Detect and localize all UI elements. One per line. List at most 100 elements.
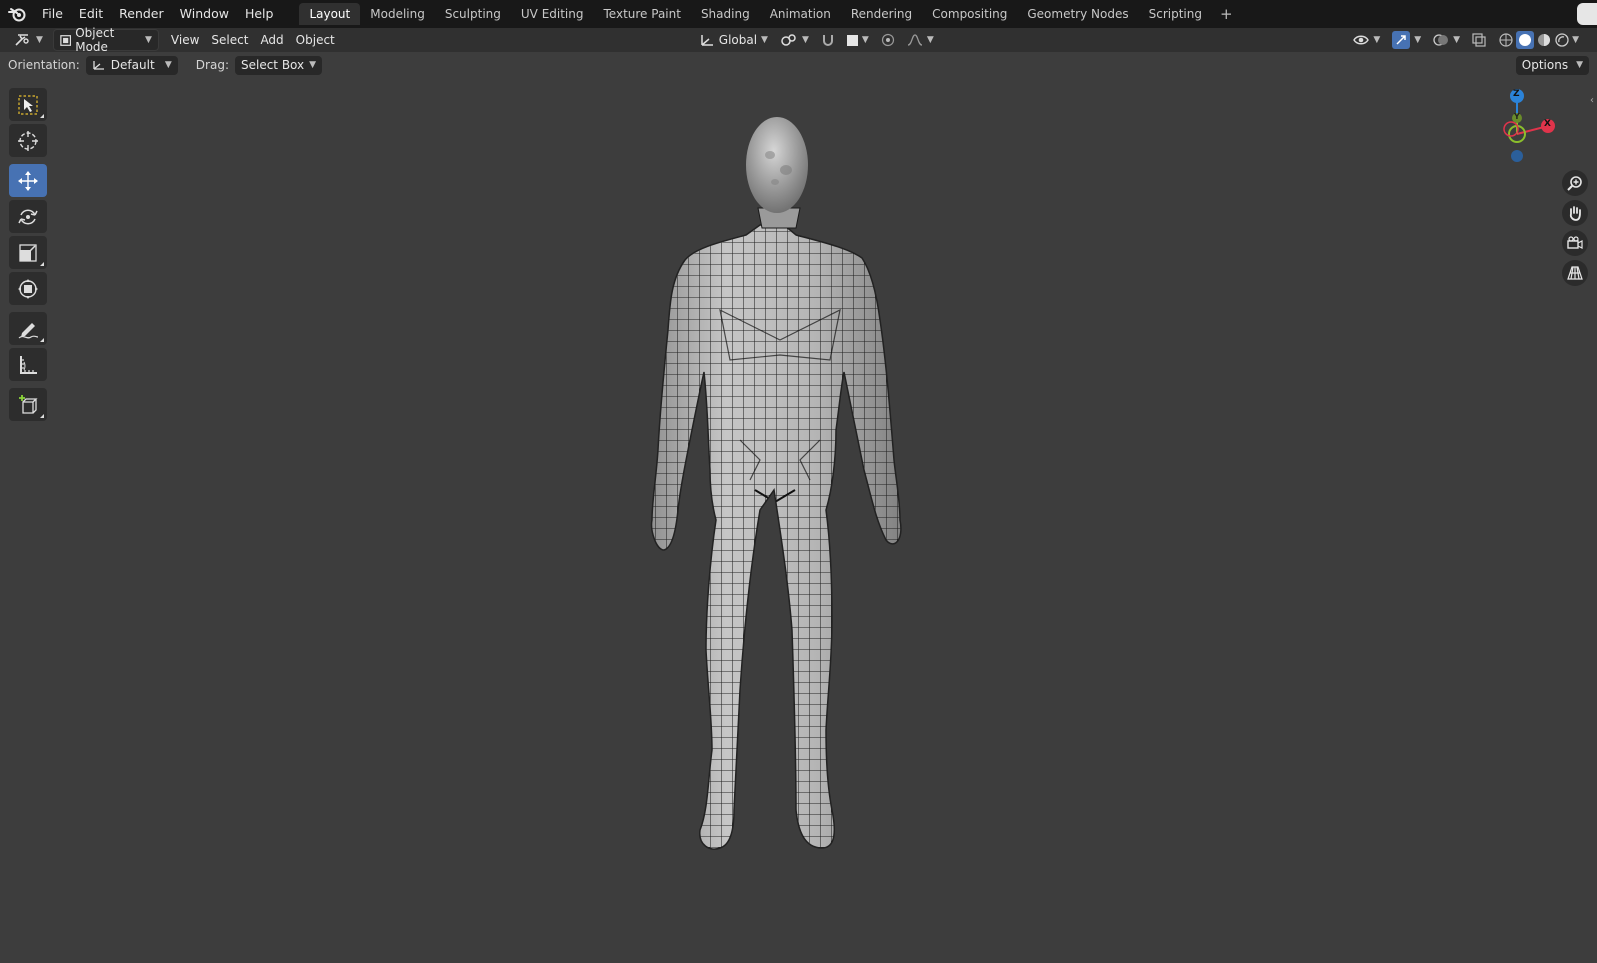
falloff-selector[interactable]: ▼	[901, 30, 940, 50]
chevron-down-icon: ▼	[1576, 60, 1583, 70]
chevron-down-icon: ▼	[761, 35, 768, 45]
object-visibility-selector[interactable]: ▼	[1347, 30, 1386, 50]
tab-animation[interactable]: Animation	[760, 3, 841, 25]
scale-icon	[19, 243, 37, 262]
options-dropdown[interactable]: Options ▼	[1515, 55, 1589, 75]
orientation-dropdown[interactable]: Default ▼	[85, 55, 178, 75]
add-cube-tool[interactable]	[9, 388, 47, 421]
options-label: Options	[1521, 58, 1569, 72]
annotate-tool[interactable]	[9, 312, 47, 345]
gizmo-toggle[interactable]: ▼	[1386, 30, 1427, 50]
tab-layout[interactable]: Layout	[299, 3, 361, 25]
select-box-icon	[18, 94, 38, 115]
overlays-toggle[interactable]: ▼	[1427, 30, 1466, 50]
blender-logo-icon[interactable]	[0, 0, 34, 28]
scale-tool[interactable]	[9, 236, 47, 269]
tool-shelf	[9, 88, 49, 424]
shading-modes: ▼	[1492, 30, 1585, 50]
scene-selector-icon[interactable]	[1577, 3, 1597, 25]
workspace-tabs: Layout Modeling Sculpting UV Editing Tex…	[299, 3, 1240, 25]
snap-increment-icon	[846, 34, 858, 46]
viewport-header: ▼ Object Mode ▼ View Select Add Object G…	[0, 26, 1597, 54]
sidebar-collapse-icon[interactable]: ‹	[1590, 95, 1594, 106]
tab-scripting[interactable]: Scripting	[1139, 3, 1212, 25]
perspective-toggle-button[interactable]	[1562, 260, 1588, 286]
menu-add[interactable]: Add	[254, 30, 289, 50]
menu-select[interactable]: Select	[205, 30, 254, 50]
tab-uv-editing[interactable]: UV Editing	[511, 3, 594, 25]
pivot-icon	[781, 34, 796, 46]
top-menubar: File Edit Render Window Help Layout Mode…	[0, 0, 1597, 28]
overlays-icon	[1433, 34, 1449, 46]
xray-toggle[interactable]	[1466, 30, 1492, 50]
menu-render[interactable]: Render	[111, 3, 172, 25]
chevron-down-icon: ▼	[1414, 35, 1422, 45]
neg-x-axis-icon[interactable]	[1500, 118, 1522, 140]
orientation-axes-icon	[701, 35, 713, 46]
zoom-button[interactable]	[1562, 170, 1588, 196]
rendered-shading-icon[interactable]	[1554, 32, 1570, 48]
tab-compositing[interactable]: Compositing	[922, 3, 1017, 25]
menu-object[interactable]: Object	[290, 30, 341, 50]
gizmo-icon	[1392, 31, 1411, 49]
material-preview-icon[interactable]	[1536, 32, 1552, 48]
tab-modeling[interactable]: Modeling	[360, 3, 435, 25]
transform-tool[interactable]	[9, 272, 47, 305]
menu-view[interactable]: View	[165, 30, 205, 50]
pencil-icon	[18, 322, 39, 338]
transform-orientation-selector[interactable]: Global ▼	[693, 30, 774, 50]
move-arrows-icon	[18, 170, 38, 191]
chevron-down-icon: ▼	[926, 35, 934, 45]
solid-shading-icon[interactable]	[1516, 31, 1535, 49]
menu-window[interactable]: Window	[172, 3, 237, 25]
gizmo-x-label: X	[1544, 119, 1551, 129]
menu-edit[interactable]: Edit	[71, 3, 111, 25]
pan-button[interactable]	[1562, 200, 1588, 226]
tab-texture-paint[interactable]: Texture Paint	[594, 3, 691, 25]
chevron-down-icon: ▼	[1453, 35, 1461, 45]
tab-shading[interactable]: Shading	[691, 3, 760, 25]
pivot-point-selector[interactable]: ▼	[774, 30, 815, 50]
editor-type-icon	[15, 34, 29, 46]
wireframe-shading-icon[interactable]	[1498, 32, 1514, 48]
menu-help[interactable]: Help	[237, 3, 282, 25]
proportional-edit-icon	[881, 33, 894, 47]
cursor-tool[interactable]	[9, 124, 47, 157]
chevron-down-icon[interactable]: ▼	[1572, 35, 1579, 45]
orientation-value: Default	[110, 58, 155, 72]
drag-dropdown[interactable]: Select Box ▼	[234, 55, 323, 75]
orientation-axes-icon	[93, 61, 104, 70]
hand-icon	[1569, 206, 1581, 221]
tab-sculpting[interactable]: Sculpting	[435, 3, 511, 25]
snap-toggle[interactable]	[815, 30, 841, 50]
add-cube-icon	[19, 394, 38, 414]
proportional-edit-toggle[interactable]	[875, 30, 901, 50]
chevron-down-icon: ▼	[164, 60, 172, 70]
grid-perspective-icon	[1567, 266, 1583, 280]
menu-file[interactable]: File	[34, 3, 71, 25]
tab-geometry-nodes[interactable]: Geometry Nodes	[1017, 3, 1138, 25]
chevron-down-icon: ▼	[309, 60, 317, 70]
transform-icon	[18, 278, 38, 299]
snap-target-selector[interactable]: ▼	[841, 30, 875, 50]
mode-selector[interactable]: Object Mode ▼	[52, 26, 159, 54]
rotate-icon	[18, 208, 38, 225]
chevron-down-icon: ▼	[1373, 35, 1381, 45]
measure-tool[interactable]	[9, 348, 47, 381]
ruler-icon	[20, 355, 37, 374]
tool-settings-bar: Orientation: Default ▼ Drag: Select Box …	[0, 52, 1597, 78]
magnifier-icon	[1567, 176, 1582, 191]
add-workspace-button[interactable]: +	[1212, 5, 1241, 23]
eye-icon	[1353, 35, 1370, 45]
human-mesh-object[interactable]	[600, 110, 960, 880]
camera-view-button[interactable]	[1562, 230, 1588, 256]
editor-type-button[interactable]: ▼	[8, 30, 49, 50]
drag-value: Select Box	[240, 58, 305, 72]
move-tool[interactable]	[9, 164, 47, 197]
chevron-down-icon: ▼	[861, 35, 869, 45]
rotate-tool[interactable]	[9, 200, 47, 233]
select-box-tool[interactable]	[9, 88, 47, 121]
drag-label: Drag:	[195, 58, 229, 72]
tab-rendering[interactable]: Rendering	[841, 3, 922, 25]
xray-icon	[1472, 33, 1486, 47]
